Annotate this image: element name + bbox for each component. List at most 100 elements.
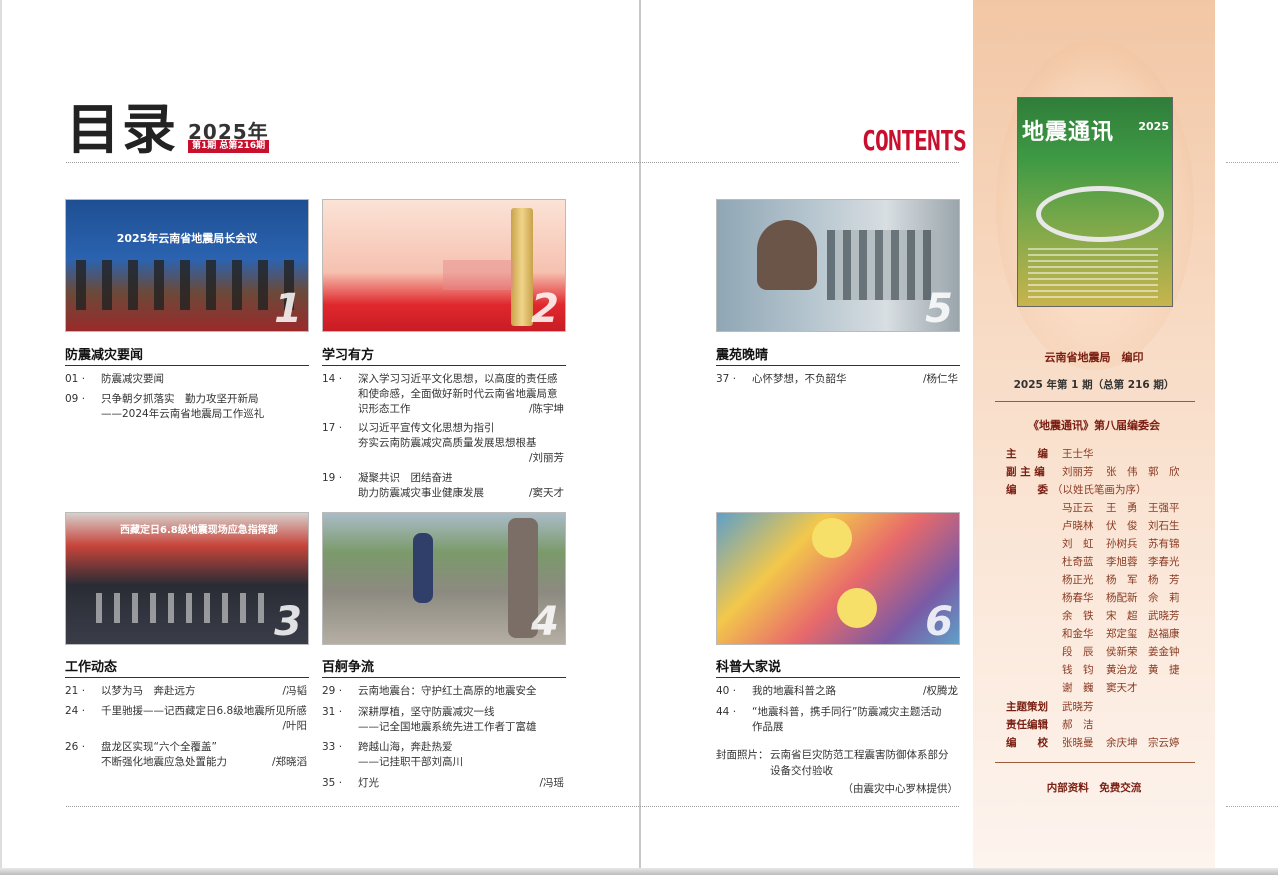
toc-item[interactable]: 26 · 盘龙区实现“六个全覆盖” 不断强化地震应急处置能力 /郑晓滔	[65, 740, 307, 770]
toc-item[interactable]: 09 · 只争朝夕抓落实 勤力攻坚开新局 ——2024年云南省地震局工作巡礼	[65, 392, 307, 422]
toc-subtitle: ——记挂职干部刘高川	[358, 756, 463, 768]
toc-title: 和使命感，全面做好新时代云南省地震局意	[358, 388, 558, 400]
toc-title: 以习近平宣传文化思想为指引	[358, 422, 495, 434]
toc-author: /杨仁华	[922, 373, 958, 385]
photo-number: 5	[925, 286, 953, 332]
toc-author: /冯韬	[282, 685, 307, 697]
panel-footer: 内部资料 免费交流	[1046, 782, 1142, 794]
member-name: 杨春华	[1062, 592, 1094, 604]
toc-item[interactable]: 44 · “地震科普，携手同行”防震减灾主题活动 作品展	[716, 705, 958, 735]
member-name: 姜金钟	[1148, 646, 1180, 658]
photo-number: 4	[531, 599, 559, 645]
toc-author: /刘丽芳	[528, 452, 564, 464]
photo-number: 1	[274, 286, 302, 332]
section-title: 科普大家说	[716, 656, 960, 678]
toc-page: 33 ·	[322, 741, 343, 753]
photo-caption: 西藏定日6.8级地震现场应急指挥部	[120, 525, 278, 536]
toc-item[interactable]: 31 · 深耕厚植，坚守防震减灾一线 ——记全国地震系统先进工作者丁富雄	[322, 705, 564, 735]
photo-monument: 2	[322, 199, 566, 332]
toc-subtitle: ——2024年云南省地震局工作巡礼	[101, 408, 265, 420]
member-name: 杨 军	[1106, 574, 1138, 586]
toc-title: 心怀梦想，不负韶华	[752, 373, 847, 385]
toc-subtitle: ——记全国地震系统先进工作者丁富雄	[358, 721, 537, 733]
toc-item[interactable]: 19 · 凝聚共识 团结奋进 助力防震减灾事业健康发展 /窦天才	[322, 471, 564, 501]
spread-gutter	[639, 0, 641, 875]
toc-item[interactable]: 17 · 以习近平宣传文化思想为指引 夯实云南防震减灾高质量发展思想根基 /刘丽…	[322, 421, 564, 466]
member-name: 杨 芳	[1148, 574, 1180, 586]
toc-page: 31 ·	[322, 706, 343, 718]
member-name: 赵福康	[1148, 628, 1180, 640]
toc-item[interactable]: 40 · 我的地震科普之路 /权腾龙	[716, 684, 958, 699]
footer-divider	[66, 806, 959, 807]
toc-title: 我的地震科普之路	[752, 685, 836, 697]
magazine-cover[interactable]: 地震通讯 2025	[1017, 97, 1173, 307]
photo-number: 6	[925, 599, 953, 645]
member-name: 刘丽芳	[1062, 466, 1094, 478]
publisher: 云南省地震局 编印	[1044, 351, 1144, 364]
skyline-shape	[443, 260, 513, 290]
toc-item[interactable]: 01 · 防震减灾要闻	[65, 372, 307, 387]
toc-item[interactable]: 33 · 跨越山海，奔赴热爱 ——记挂职干部刘高川	[322, 740, 564, 770]
toc-item[interactable]: 35 · 灯光 /冯瑶	[322, 776, 564, 791]
section-title: 震苑晚晴	[716, 344, 960, 366]
member-name: 王士华	[1062, 448, 1094, 460]
toc-author: /叶阳	[282, 720, 307, 732]
member-name: 王 勇	[1106, 502, 1138, 514]
member-name: 谢 巍	[1062, 682, 1094, 694]
member-name: 郑定玺	[1106, 628, 1138, 640]
member-name: 杨正光	[1062, 574, 1094, 586]
toc-author: /权腾龙	[922, 685, 958, 697]
role-label: 编 委	[1006, 484, 1048, 496]
toc-author: /陈宇坤	[528, 403, 564, 415]
member-name: 武晓芳	[1148, 610, 1180, 622]
role-label: 主 编	[1006, 448, 1048, 460]
member-name: 余庆坤	[1106, 737, 1138, 749]
toc-title: 夯实云南防震减灾高质量发展思想根基	[358, 437, 537, 449]
page-title: 目录	[66, 98, 178, 161]
header-divider	[66, 162, 959, 163]
toc-item[interactable]: 29 · 云南地震台：守护红土高原的地震安全	[322, 684, 564, 699]
toc-title: 识形态工作	[358, 403, 411, 415]
section-title: 百舸争流	[322, 656, 566, 678]
toc-page: 37 ·	[716, 373, 737, 385]
section-title: 防震减灾要闻	[65, 344, 309, 366]
circle-shape	[812, 518, 852, 558]
photo-number: 2	[531, 286, 559, 332]
toc-title: 凝聚共识 团结奋进	[358, 472, 453, 484]
toc-author: /郑晓滔	[271, 756, 307, 768]
toc-title: 盘龙区实现“六个全覆盖”	[101, 741, 217, 753]
cover-ring-shape	[1036, 186, 1164, 242]
toc-page: 14 ·	[322, 373, 343, 385]
member-name: 杨配新	[1106, 592, 1138, 604]
cover-note-line: 云南省巨灾防范工程震害防御体系部分	[770, 749, 949, 761]
section-title: 工作动态	[65, 656, 309, 678]
toc-author: /冯瑶	[539, 777, 564, 789]
cover-note-credit: （由震灾中心罗林提供）	[842, 783, 959, 795]
toc-item[interactable]: 14 · 深入学习习近平文化思想，以高度的责任感 和使命感，全面做好新时代云南省…	[322, 372, 564, 417]
section-title: 学习有方	[322, 344, 566, 366]
toc-title: 灯光	[358, 777, 379, 789]
member-name: 卢晓林	[1062, 520, 1094, 532]
cover-note-line: 设备交付验收	[770, 765, 833, 777]
member-name: 段 辰	[1062, 646, 1094, 658]
toc-item[interactable]: 37 · 心怀梦想，不负韶华 /杨仁华	[716, 372, 958, 387]
member-name: 马正云	[1062, 502, 1094, 514]
photo-caption: 2025年云南省地震局长会议	[116, 232, 258, 245]
cover-year: 2025	[1138, 120, 1169, 133]
toc-title: 深入学习习近平文化思想，以高度的责任感	[358, 373, 558, 385]
photo-number: 3	[274, 599, 302, 645]
cover-note-label: 封面照片：	[716, 749, 769, 761]
toc-title: 深耕厚植，坚守防震减灾一线	[358, 706, 495, 718]
toc-item[interactable]: 24 · 千里驰援——记西藏定日6.8级地震所见所感 /叶阳	[65, 704, 307, 734]
toc-title: 作品展	[752, 721, 784, 733]
member-name: 余 铁	[1062, 610, 1094, 622]
contents-heading: CONTENTS	[862, 124, 967, 157]
toc-page: 01 ·	[65, 373, 86, 385]
member-name: 李春光	[1148, 556, 1180, 568]
toc-page: 26 ·	[65, 741, 86, 753]
toc-page: 44 ·	[716, 706, 737, 718]
toc-item[interactable]: 21 · 以梦为马 奔赴远方 /冯韬	[65, 684, 307, 699]
window-bottom-bar	[0, 868, 1278, 875]
photo-instrument: 5	[716, 199, 960, 332]
cover-title: 地震通讯	[1022, 119, 1115, 145]
